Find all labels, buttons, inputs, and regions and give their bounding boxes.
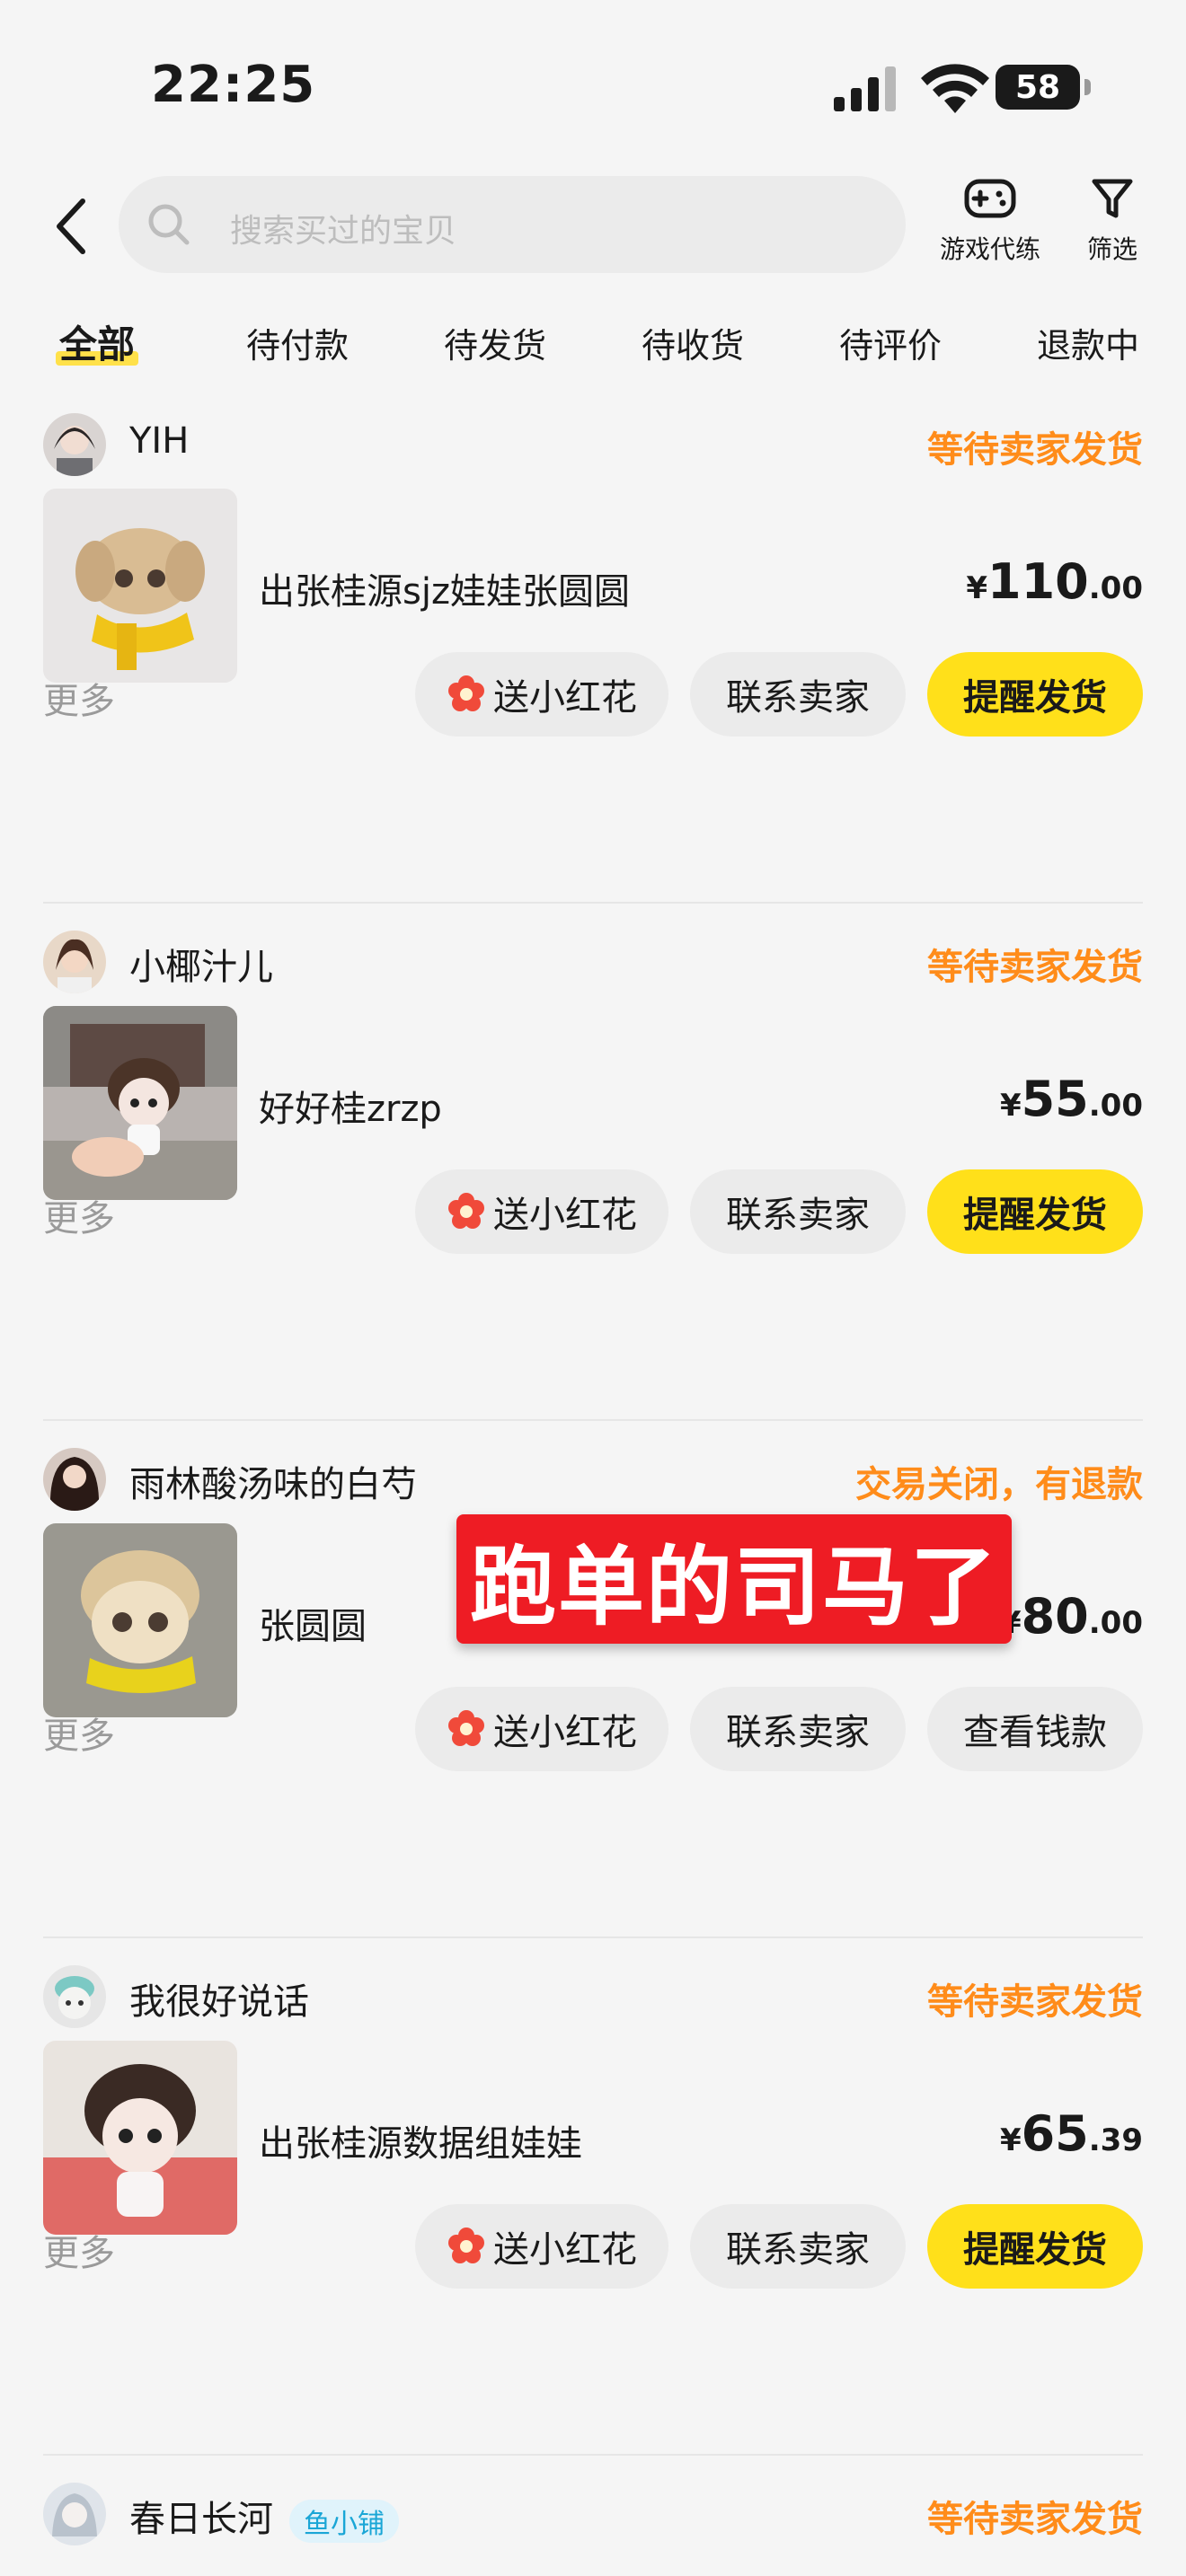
price-currency: ¥ bbox=[999, 2122, 1022, 2158]
remind-shipping-button[interactable]: 提醒发货 bbox=[927, 1169, 1143, 1254]
more-link[interactable]: 更多 bbox=[43, 1707, 115, 1759]
product-thumbnail[interactable] bbox=[43, 1523, 237, 1717]
seller-name[interactable]: 我很好说话 bbox=[129, 1972, 309, 2025]
status-bar: 22:25 58 bbox=[0, 0, 1186, 171]
send-flower-button[interactable]: 送小红花 bbox=[415, 2204, 668, 2289]
seller-avatar[interactable] bbox=[43, 2483, 106, 2545]
tab-pending-receipt[interactable]: 待收货 bbox=[642, 318, 744, 367]
tab-all[interactable]: 全部 bbox=[56, 314, 139, 369]
price-integer: 65 bbox=[1021, 2105, 1089, 2162]
view-refund-button[interactable]: 查看钱款 bbox=[927, 1687, 1143, 1771]
send-flower-button[interactable]: 送小红花 bbox=[415, 1687, 668, 1771]
send-flower-label: 送小红花 bbox=[493, 1712, 637, 1753]
product-thumbnail[interactable] bbox=[43, 2041, 237, 2235]
seller-avatar[interactable] bbox=[43, 931, 106, 993]
filter-icon bbox=[1092, 179, 1133, 218]
order-status: 等待卖家发货 bbox=[927, 1981, 1143, 2023]
send-flower-label: 送小红花 bbox=[493, 2229, 637, 2271]
filter-label: 筛选 bbox=[1087, 234, 1138, 264]
send-flower-label: 送小红花 bbox=[493, 1195, 637, 1236]
order-card[interactable]: 我很好说话 等待卖家发货 出张桂源数据组娃娃 ¥65.39 更多 送小红花 联系… bbox=[0, 1938, 1186, 2456]
more-link[interactable]: 更多 bbox=[43, 2224, 115, 2276]
order-price: ¥80.00 bbox=[1000, 1588, 1143, 1645]
battery-level: 58 bbox=[1014, 68, 1061, 106]
contact-seller-button[interactable]: 联系卖家 bbox=[690, 2204, 906, 2289]
product-title[interactable]: 好好桂zrzp bbox=[259, 1080, 442, 1132]
tab-label: 全部 bbox=[59, 322, 136, 366]
order-card[interactable]: 小椰汁儿 等待卖家发货 好好桂zrzp ¥55.00 更多 送小红花 联系卖家 … bbox=[0, 904, 1186, 1421]
red-flower-icon bbox=[448, 675, 484, 711]
contact-seller-button[interactable]: 联系卖家 bbox=[690, 1169, 906, 1254]
order-price: ¥55.00 bbox=[1000, 1071, 1143, 1127]
price-integer: 80 bbox=[1021, 1588, 1089, 1645]
price-decimal: .00 bbox=[1088, 570, 1143, 606]
tab-pending-shipment[interactable]: 待发货 bbox=[444, 318, 546, 367]
search-placeholder: 搜索买过的宝贝 bbox=[230, 213, 457, 250]
price-decimal: .00 bbox=[1088, 1605, 1143, 1641]
cellular-signal-icon bbox=[834, 66, 896, 111]
seller-name[interactable]: 雨林酸汤味的白芍 bbox=[129, 1455, 417, 1507]
order-status: 交易关闭，有退款 bbox=[855, 1464, 1143, 1505]
price-currency: ¥ bbox=[999, 1088, 1022, 1124]
order-tabs: 全部 待付款 待发货 待收货 待评价 退款中 bbox=[0, 305, 1186, 377]
seller-name[interactable]: 小椰汁儿 bbox=[129, 938, 273, 990]
order-card[interactable]: 雨林酸汤味的白芍 交易关闭，有退款 张圆圆 ¥80.00 更多 送小红花 联系卖… bbox=[0, 1421, 1186, 1938]
sticker-overlay: 跑单的司马了 bbox=[456, 1514, 1012, 1644]
send-flower-button[interactable]: 送小红花 bbox=[415, 1169, 668, 1254]
price-integer: 110 bbox=[987, 553, 1089, 610]
price-integer: 55 bbox=[1021, 1071, 1089, 1127]
contact-seller-button[interactable]: 联系卖家 bbox=[690, 652, 906, 737]
seller-avatar[interactable] bbox=[43, 1448, 106, 1511]
battery-indicator: 58 bbox=[996, 65, 1091, 110]
order-card[interactable]: YIH 等待卖家发货 出张桂源sjz娃娃张圆圆 ¥110.00 更多 送小红花 … bbox=[0, 386, 1186, 904]
status-time: 22:25 bbox=[151, 56, 316, 114]
product-thumbnail[interactable] bbox=[43, 1006, 237, 1200]
order-price: ¥110.00 bbox=[966, 553, 1143, 610]
send-flower-button[interactable]: 送小红花 bbox=[415, 652, 668, 737]
tab-pending-payment[interactable]: 待付款 bbox=[246, 318, 349, 367]
more-link[interactable]: 更多 bbox=[43, 672, 115, 724]
search-icon bbox=[148, 204, 190, 245]
product-thumbnail[interactable] bbox=[43, 489, 237, 683]
remind-shipping-button[interactable]: 提醒发货 bbox=[927, 652, 1143, 737]
shop-badge: 鱼小铺 bbox=[289, 2500, 399, 2543]
contact-seller-button[interactable]: 联系卖家 bbox=[690, 1687, 906, 1771]
game-boost-button[interactable]: 游戏代练 bbox=[940, 176, 1040, 266]
price-currency: ¥ bbox=[966, 570, 988, 606]
order-price: ¥65.39 bbox=[1000, 2105, 1143, 2162]
remind-shipping-button[interactable]: 提醒发货 bbox=[927, 2204, 1143, 2289]
tab-refunding[interactable]: 退款中 bbox=[1037, 318, 1139, 367]
filter-button[interactable]: 筛选 bbox=[1087, 176, 1137, 266]
back-arrow-icon[interactable] bbox=[47, 190, 101, 262]
order-status: 等待卖家发货 bbox=[927, 947, 1143, 988]
product-title[interactable]: 出张桂源sjz娃娃张圆圆 bbox=[259, 562, 630, 614]
seller-name[interactable]: YIH bbox=[129, 420, 189, 462]
price-decimal: .00 bbox=[1088, 1088, 1143, 1124]
red-flower-icon bbox=[448, 2228, 484, 2263]
product-title[interactable]: 张圆圆 bbox=[259, 1597, 367, 1649]
search-input[interactable]: 搜索买过的宝贝 bbox=[119, 176, 906, 273]
red-flower-icon bbox=[448, 1710, 484, 1746]
game-boost-label: 游戏代练 bbox=[940, 234, 1041, 264]
seller-avatar[interactable] bbox=[43, 413, 106, 476]
order-card[interactable]: 春日长河 鱼小铺 等待卖家发货 bbox=[0, 2456, 1186, 2576]
price-decimal: .39 bbox=[1088, 2122, 1143, 2158]
send-flower-label: 送小红花 bbox=[493, 677, 637, 719]
seller-avatar[interactable] bbox=[43, 1965, 106, 2028]
seller-name-text: 春日长河 bbox=[129, 2499, 273, 2540]
red-flower-icon bbox=[448, 1193, 484, 1229]
product-title[interactable]: 出张桂源数据组娃娃 bbox=[259, 2114, 582, 2166]
order-status: 等待卖家发货 bbox=[927, 429, 1143, 471]
more-link[interactable]: 更多 bbox=[43, 1189, 115, 1241]
wifi-icon bbox=[921, 64, 989, 113]
order-status: 等待卖家发货 bbox=[927, 2499, 1143, 2540]
tab-pending-review[interactable]: 待评价 bbox=[839, 318, 942, 367]
gamepad-icon bbox=[964, 179, 1016, 218]
seller-name[interactable]: 春日长河 鱼小铺 bbox=[129, 2490, 399, 2543]
